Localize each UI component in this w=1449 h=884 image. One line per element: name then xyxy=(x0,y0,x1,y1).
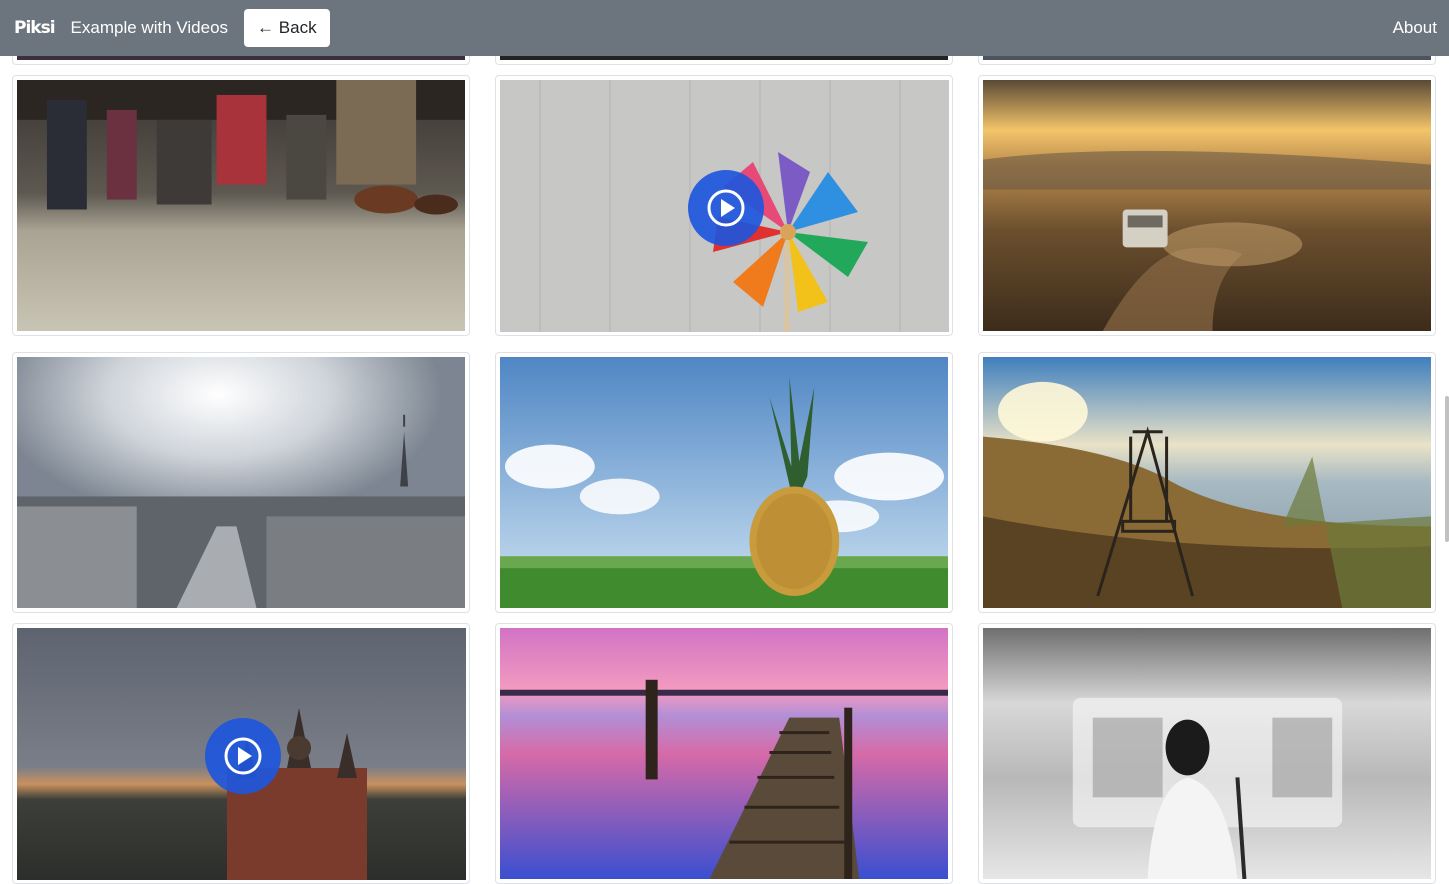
play-icon[interactable] xyxy=(688,170,764,246)
gallery-item[interactable] xyxy=(978,352,1436,613)
gallery-item-video[interactable] xyxy=(12,623,470,884)
gallery-grid xyxy=(0,0,1449,884)
thumbnail-image xyxy=(983,628,1431,880)
gallery-item-video[interactable] xyxy=(495,75,953,336)
thumbnail-image xyxy=(17,357,465,608)
gallery-item[interactable] xyxy=(12,75,470,336)
gallery-item[interactable] xyxy=(978,623,1436,884)
top-navbar: Piksi Example with Videos ← Back About xyxy=(0,0,1449,56)
thumbnail-image xyxy=(983,80,1431,331)
gallery-item[interactable] xyxy=(12,352,470,613)
thumbnail-image xyxy=(983,357,1431,608)
gallery-item[interactable] xyxy=(495,352,953,613)
gallery-item[interactable] xyxy=(495,623,953,884)
about-link[interactable]: About xyxy=(1393,18,1437,38)
gallery-item[interactable] xyxy=(978,75,1436,336)
scrollbar-thumb[interactable] xyxy=(1445,396,1449,542)
back-button[interactable]: ← Back xyxy=(244,9,330,47)
thumbnail-image xyxy=(17,80,465,331)
thumbnail-image xyxy=(500,357,948,608)
brand-logo[interactable]: Piksi xyxy=(14,18,56,38)
play-icon[interactable] xyxy=(205,718,281,794)
thumbnail-image xyxy=(500,628,948,879)
page-title: Example with Videos xyxy=(70,18,229,37)
